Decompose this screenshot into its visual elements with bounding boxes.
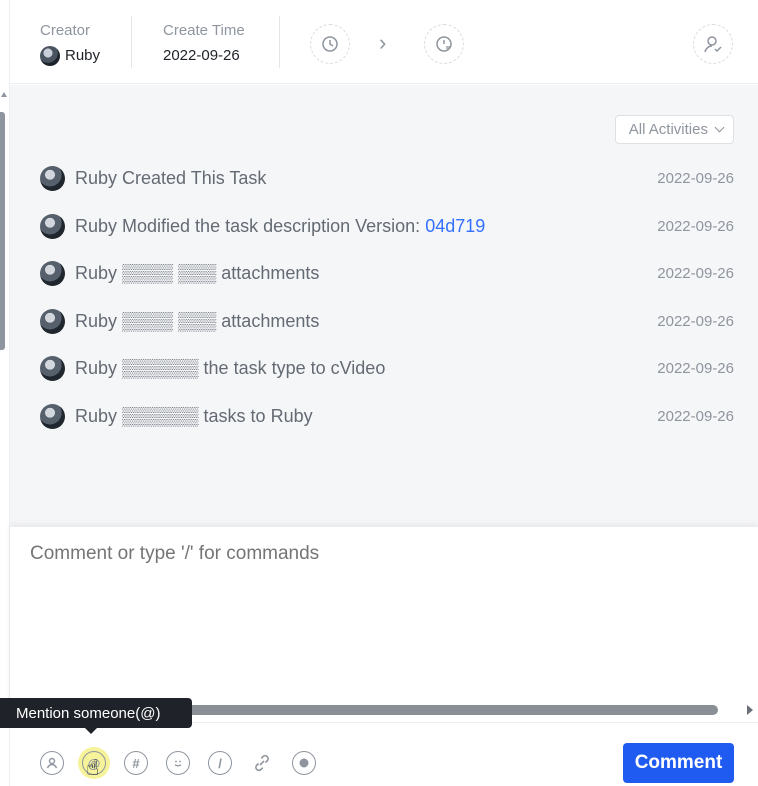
assignee-button[interactable] [693, 24, 733, 64]
comment-toolbar: @ # / Comment [10, 722, 758, 786]
avatar [40, 355, 65, 381]
divider [279, 16, 280, 68]
link-icon[interactable] [250, 751, 274, 775]
activity-text: Ruby ▒▒▒▒▒▒ the task type to cVideo [75, 357, 386, 378]
creator-avatar [40, 46, 60, 66]
activity-date: 2022-09-26 [657, 169, 734, 187]
create-time-value: 2022-09-26 [163, 47, 240, 64]
avatar [40, 213, 65, 239]
activity-text: Ruby ▒▒▒▒ ▒▒▒ attachments [75, 310, 320, 331]
person-add-icon [704, 36, 722, 53]
creator-name: Ruby [65, 47, 101, 64]
scroll-right-arrow-icon[interactable] [747, 705, 753, 715]
horizontal-scrollbar[interactable] [183, 705, 718, 715]
activity-date: 2022-09-26 [657, 359, 734, 377]
activity-row: Ruby Created This Task 2022-09-26 [40, 165, 734, 191]
hash-icon[interactable]: # [124, 751, 148, 775]
activity-filter-label: All Activities [628, 121, 708, 138]
activity-row: Ruby ▒▒▒▒ ▒▒▒ attachments 2022-09-26 [40, 260, 734, 286]
record-icon[interactable] [292, 751, 316, 775]
slash-icon[interactable]: / [208, 751, 232, 775]
comment-input[interactable] [30, 543, 730, 565]
create-time-meta: Create Time 2022-09-26 [163, 22, 245, 66]
activity-row: Ruby Modified the task description Versi… [40, 213, 734, 239]
activity-text: Ruby Modified the task description Versi… [75, 215, 426, 236]
mention-tooltip: Mention someone(@) [0, 698, 192, 734]
tooltip-text: Mention someone(@) [16, 704, 161, 722]
avatar [40, 403, 65, 429]
activity-date: 2022-09-26 [657, 312, 734, 330]
person-icon[interactable] [40, 751, 64, 775]
emoji-icon[interactable] [166, 751, 190, 775]
clock-start-icon [322, 36, 338, 52]
creator-meta: Creator Ruby [40, 22, 100, 66]
hand-cursor-icon: ☝ [86, 755, 100, 780]
version-link[interactable]: 04d719 [425, 216, 485, 236]
scroll-up-arrow-icon[interactable] [1, 92, 7, 97]
activity-text: Ruby ▒▒▒▒▒▒ tasks to Ruby [75, 405, 313, 426]
divider [131, 16, 132, 68]
due-time-button[interactable] [424, 24, 464, 64]
task-header: Creator Ruby Create Time 2022-09-26 › [10, 0, 758, 84]
avatar [40, 260, 65, 286]
creator-label: Creator [40, 22, 91, 39]
avatar [40, 308, 65, 334]
creator-value[interactable]: Ruby [40, 46, 100, 66]
activity-filter-dropdown[interactable]: All Activities [614, 115, 734, 144]
activity-text: Ruby ▒▒▒▒ ▒▒▒ attachments [75, 262, 320, 283]
activity-row: Ruby ▒▒▒▒ ▒▒▒ attachments 2022-09-26 [40, 308, 734, 334]
comment-button[interactable]: Comment [623, 743, 734, 783]
clock-due-icon [436, 36, 452, 52]
activity-row: Ruby ▒▒▒▒▒▒ the task type to cVideo 2022… [40, 355, 734, 381]
activity-date: 2022-09-26 [657, 407, 734, 425]
vertical-scrollbar[interactable] [0, 112, 5, 350]
activity-date: 2022-09-26 [657, 217, 734, 235]
chevron-right-icon: › [379, 30, 387, 55]
chevron-down-icon [714, 122, 725, 133]
activity-row: Ruby ▒▒▒▒▒▒ tasks to Ruby 2022-09-26 [40, 403, 734, 429]
activity-panel: All Activities Ruby Created This Task 20… [10, 85, 758, 527]
avatar [40, 165, 65, 191]
activity-text: Ruby Created This Task [75, 167, 267, 188]
activity-date: 2022-09-26 [657, 264, 734, 282]
start-time-button[interactable] [310, 24, 350, 64]
create-time-label: Create Time [163, 22, 245, 39]
comment-editor [10, 527, 758, 721]
